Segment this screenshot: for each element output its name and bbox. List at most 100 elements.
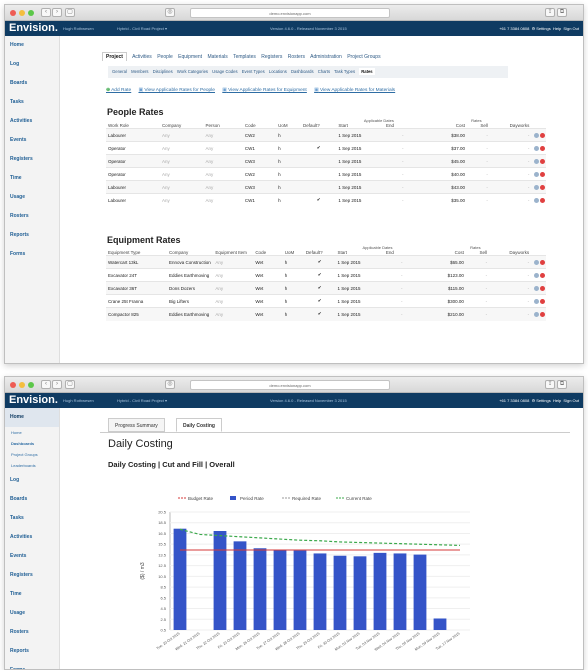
add-rate-link[interactable]: ⊕ Add Rate bbox=[106, 88, 131, 93]
tabs-icon[interactable]: ⧉ bbox=[557, 8, 567, 17]
sidebar-item-tasks[interactable]: Tasks bbox=[5, 93, 59, 112]
project-selector[interactable]: Hybrid - Civil Road Project ▾ bbox=[117, 393, 167, 408]
zoom-window-icon[interactable] bbox=[28, 10, 34, 16]
sidebar-item-log[interactable]: Log bbox=[5, 55, 59, 74]
edit-icon[interactable] bbox=[534, 259, 540, 265]
help-link[interactable]: Help bbox=[553, 398, 561, 403]
envision-logo[interactable]: Envision. bbox=[9, 393, 58, 408]
share-icon[interactable]: ⇪ bbox=[545, 380, 555, 389]
sidebar-item-boards[interactable]: Boards bbox=[5, 74, 59, 93]
settings-link[interactable]: ⚙ Settings bbox=[532, 398, 551, 403]
table-row[interactable]: Excavator 36T Dons Dozers Any Wet h ✔ 1 Sep 20… bbox=[106, 281, 546, 295]
address-bar[interactable]: demo.envisionapp.com bbox=[190, 8, 390, 18]
sidebar-item-activities[interactable]: Activities bbox=[5, 528, 59, 547]
sidebar-item-home[interactable]: Home bbox=[5, 36, 59, 55]
tab-project-groups[interactable]: Project Groups bbox=[347, 54, 380, 60]
delete-icon[interactable] bbox=[540, 158, 546, 164]
sidebar-item-log[interactable]: Log bbox=[5, 471, 59, 490]
sidebar-subitem-project-groups[interactable]: Project Groups bbox=[5, 449, 59, 460]
sidebar-toggle-icon[interactable]: ▢ bbox=[65, 8, 75, 17]
table-row[interactable]: Compactor 825 Eddies Earthmoving Any Wet h ✔ 1… bbox=[106, 307, 546, 321]
sidebar-item-rosters[interactable]: Rosters bbox=[5, 623, 59, 642]
sidebar-subitem-dashboards[interactable]: Dashboards bbox=[5, 438, 59, 449]
table-row[interactable]: Operator Any Any CW1 h ✔ 1 Sep 2015- $37.00- - bbox=[106, 141, 546, 155]
back-icon[interactable]: ‹ bbox=[41, 380, 51, 389]
subtab-event-types[interactable]: Event Types bbox=[242, 69, 265, 74]
table-row[interactable]: Labourer Any Any CW2 h 1 Sep 2015- $38.00- - bbox=[106, 128, 546, 142]
delete-icon[interactable] bbox=[540, 184, 546, 190]
sign-out-link[interactable]: Sign Out bbox=[563, 26, 579, 31]
edit-icon[interactable] bbox=[534, 285, 540, 291]
forward-icon[interactable]: › bbox=[52, 8, 62, 17]
sidebar-item-events[interactable]: Events bbox=[5, 547, 59, 566]
view-people-rates-link[interactable]: ▣ View Applicable Rates for People bbox=[138, 88, 214, 93]
view-equipment-rates-link[interactable]: ▣ View Applicable Rates for Equipment bbox=[222, 88, 306, 93]
view-materials-rates-link[interactable]: ▣ View Applicable Rates for Materials bbox=[314, 88, 395, 93]
subtab-rates[interactable]: Rates bbox=[359, 68, 375, 75]
table-row[interactable]: Watercart 13kL Ennova Construction Any Wet h… bbox=[106, 255, 546, 269]
edit-icon[interactable] bbox=[534, 272, 540, 278]
subtab-general[interactable]: General bbox=[112, 69, 127, 74]
tab-templates[interactable]: Templates bbox=[233, 54, 256, 60]
tab-administration[interactable]: Administration bbox=[310, 54, 342, 60]
settings-link[interactable]: ⚙ Settings bbox=[532, 26, 551, 31]
sidebar-item-forms[interactable]: Forms bbox=[5, 661, 59, 669]
tabs-icon[interactable]: ⧉ bbox=[557, 380, 567, 389]
tab-rosters[interactable]: Rosters bbox=[288, 54, 305, 60]
table-row[interactable]: Labourer Any Any CW3 h 1 Sep 2015- $43.00- - bbox=[106, 180, 546, 194]
sidebar-item-reports[interactable]: Reports bbox=[5, 642, 59, 661]
tab-people[interactable]: People bbox=[157, 54, 173, 60]
sidebar-item-time[interactable]: Time bbox=[5, 585, 59, 604]
sidebar-item-forms[interactable]: Forms bbox=[5, 245, 59, 264]
subtab-disciplines[interactable]: Disciplines bbox=[153, 69, 173, 74]
edit-icon[interactable] bbox=[534, 171, 540, 177]
back-icon[interactable]: ‹ bbox=[41, 8, 51, 17]
sidebar-item-registers[interactable]: Registers bbox=[5, 150, 59, 169]
help-link[interactable]: Help bbox=[553, 26, 561, 31]
table-row[interactable]: Labourer Any Any CW1 h ✔ 1 Sep 2015- $35.00- - bbox=[106, 193, 546, 207]
delete-icon[interactable] bbox=[540, 298, 546, 304]
table-row[interactable]: Excavator 24T Eddies Earthmoving Any Wet h ✔ 1… bbox=[106, 268, 546, 282]
sidebar-item-usage[interactable]: Usage bbox=[5, 604, 59, 623]
delete-icon[interactable] bbox=[540, 145, 546, 151]
project-selector[interactable]: Hybrid - Civil Road Project ▾ bbox=[117, 21, 167, 36]
close-window-icon[interactable] bbox=[10, 10, 16, 16]
sidebar-item-reports[interactable]: Reports bbox=[5, 226, 59, 245]
subtab-charts[interactable]: Charts bbox=[318, 69, 330, 74]
tab-daily-costing[interactable]: Daily Costing bbox=[176, 418, 222, 432]
sidebar-item-usage[interactable]: Usage bbox=[5, 188, 59, 207]
edit-icon[interactable] bbox=[534, 184, 540, 190]
sidebar-item-rosters[interactable]: Rosters bbox=[5, 207, 59, 226]
subtab-work-categories[interactable]: Work Categories bbox=[177, 69, 208, 74]
edit-icon[interactable] bbox=[534, 158, 540, 164]
tab-progress-summary[interactable]: Progress Summary bbox=[108, 418, 165, 432]
delete-icon[interactable] bbox=[540, 311, 546, 317]
sidebar-toggle-icon[interactable]: ▢ bbox=[65, 380, 75, 389]
delete-icon[interactable] bbox=[540, 259, 546, 265]
zoom-window-icon[interactable] bbox=[28, 382, 34, 388]
table-row[interactable]: Crane 25t Franna Big Lifters Any Wet h ✔ 1 Sep… bbox=[106, 294, 546, 308]
forward-icon[interactable]: › bbox=[52, 380, 62, 389]
tab-materials[interactable]: Materials bbox=[207, 54, 227, 60]
edit-icon[interactable] bbox=[534, 145, 540, 151]
subtab-dashboards[interactable]: Dashboards bbox=[291, 69, 314, 74]
sidebar-item-activities[interactable]: Activities bbox=[5, 112, 59, 131]
edit-icon[interactable] bbox=[534, 197, 540, 203]
table-row[interactable]: Operator Any Any CW2 h 1 Sep 2015- $40.00- - bbox=[106, 167, 546, 181]
shield-icon[interactable]: ◎ bbox=[165, 8, 175, 17]
sidebar-item-home[interactable]: Home bbox=[5, 408, 59, 427]
delete-icon[interactable] bbox=[540, 132, 546, 138]
edit-icon[interactable] bbox=[534, 311, 540, 317]
close-window-icon[interactable] bbox=[10, 382, 16, 388]
minimize-window-icon[interactable] bbox=[19, 10, 25, 16]
envision-logo[interactable]: Envision. bbox=[9, 21, 58, 36]
user-name[interactable]: Hugh Rothwesen bbox=[63, 393, 94, 408]
edit-icon[interactable] bbox=[534, 132, 540, 138]
subtab-locations[interactable]: Locations bbox=[269, 69, 287, 74]
user-name[interactable]: Hugh Rothwesen bbox=[63, 21, 94, 36]
table-row[interactable]: Operator Any Any CW3 h 1 Sep 2015- $45.00- - bbox=[106, 154, 546, 168]
tab-registers[interactable]: Registers bbox=[261, 54, 282, 60]
subtab-usage-codes[interactable]: Usage Codes bbox=[212, 69, 237, 74]
delete-icon[interactable] bbox=[540, 285, 546, 291]
delete-icon[interactable] bbox=[540, 171, 546, 177]
